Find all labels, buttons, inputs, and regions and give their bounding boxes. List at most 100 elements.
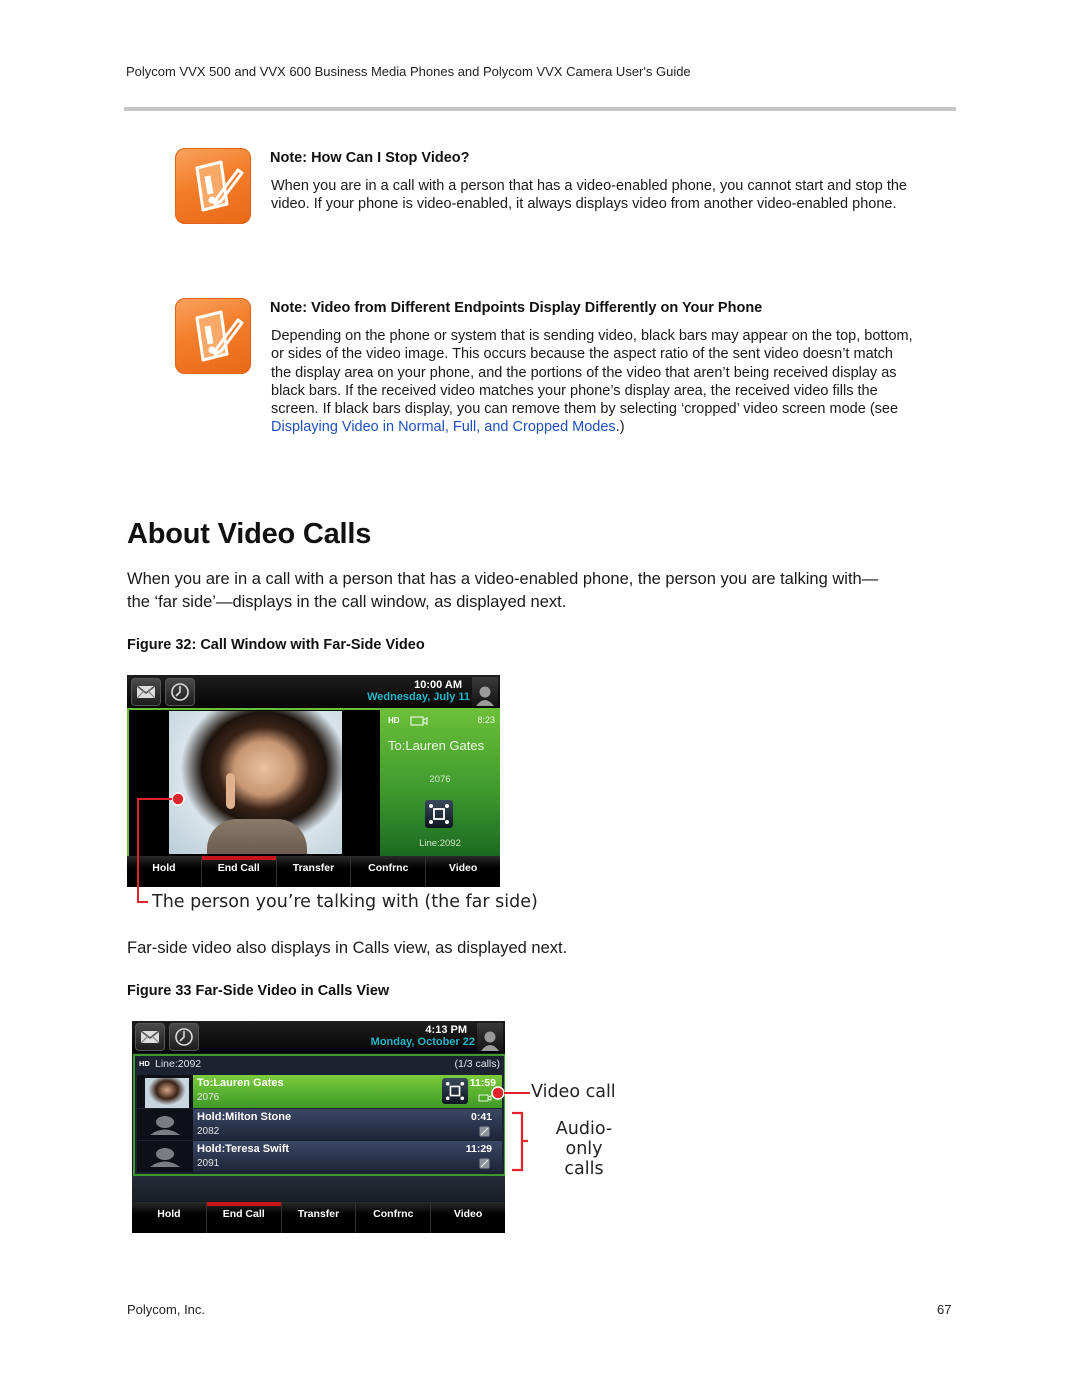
video-softkey[interactable]: Video	[430, 1202, 505, 1233]
note-pencil-exclamation-icon	[175, 148, 251, 224]
video-camera-icon	[410, 716, 428, 726]
conference-softkey[interactable]: Confrnc	[355, 1202, 430, 1233]
figure-33-caption: Figure 33 Far-Side Video in Calls View	[127, 983, 390, 999]
footer-company: Polycom, Inc.	[127, 1302, 206, 1317]
active-call-border	[127, 710, 129, 856]
note-body-line: screen. If black bars display, you can r…	[271, 401, 899, 418]
end-call-softkey[interactable]: End Call	[200, 856, 276, 887]
note-body-line: When you are in a call with a person tha…	[271, 178, 907, 194]
envelope-icon	[140, 1030, 160, 1044]
user-silhouette-icon	[476, 686, 494, 706]
note-body-line: or sides of the video image. This occurs…	[271, 346, 893, 363]
hd-icon: HD	[388, 716, 400, 725]
note-body-line: Displaying Video in Normal, Full, and Cr…	[271, 418, 991, 436]
call-name: To:Lauren Gates	[197, 1077, 284, 1089]
status-date: Wednesday, July 11	[367, 691, 470, 703]
page-number: 67	[937, 1302, 952, 1317]
intro-paragraph: When you are in a call with a person tha…	[127, 568, 957, 614]
note-title: Note: Video from Different Endpoints Dis…	[270, 300, 763, 316]
contact-photo	[137, 1109, 193, 1140]
user-avatar[interactable]	[472, 677, 498, 706]
annotation-line: Audio-only	[555, 1119, 613, 1159]
video-off-icon	[479, 1126, 490, 1137]
envelope-icon	[136, 685, 156, 699]
video-thumbnail	[137, 1075, 193, 1108]
call-row-body: Hold:Milton Stone 2082 0:41	[193, 1109, 502, 1140]
line-label: Line:2092	[155, 1058, 202, 1070]
annotation-callout-lines	[491, 1086, 530, 1172]
calls-list-panel: HD Line:2092 (1/3 calls) To:Lauren Gates…	[133, 1054, 505, 1176]
status-date: Monday, October 22	[370, 1036, 475, 1048]
call-row-video[interactable]: To:Lauren Gates 2076 11:59	[137, 1075, 502, 1108]
end-call-softkey[interactable]: End Call	[205, 1202, 281, 1233]
paragraph-line: the ‘far side’—displays in the call wind…	[127, 593, 567, 611]
video-fullscreen-button[interactable]	[442, 1078, 468, 1104]
note-pencil-exclamation-icon	[175, 298, 251, 374]
messages-button[interactable]	[131, 678, 161, 706]
link-suffix: .)	[615, 419, 625, 436]
video-person-shoulders	[207, 819, 307, 854]
call-duration: 11:29	[465, 1143, 492, 1155]
hold-softkey[interactable]: Hold	[132, 1202, 206, 1233]
cross-reference-link[interactable]: Displaying Video in Normal, Full, and Cr…	[271, 419, 616, 435]
call-number: 2091	[197, 1158, 220, 1169]
conference-softkey[interactable]: Confrnc	[350, 856, 425, 887]
call-info-panel: HD 8:23 To:Lauren Gates 2076 Line:2092	[380, 710, 500, 856]
audio-only-annotation: Audio-only calls	[539, 1119, 629, 1179]
paragraph-line: When you are in a call with a person tha…	[127, 570, 879, 588]
transfer-softkey[interactable]: Transfer	[275, 856, 351, 887]
note-body: When you are in a call with a person tha…	[271, 177, 981, 214]
far-side-annotation: The person you’re talking with (the far …	[152, 892, 538, 912]
video-thumbnail-image	[145, 1078, 189, 1108]
call-row-audio[interactable]: Hold:Teresa Swift 2091 11:29	[137, 1141, 502, 1172]
note-body-line: the display area on your phone, and the …	[271, 364, 897, 381]
note-body: Depending on the phone or system that is…	[271, 327, 991, 437]
video-off-icon	[479, 1158, 490, 1169]
note-body-line: black bars. If the received video matche…	[271, 382, 878, 399]
status-time: 4:13 PM	[425, 1024, 467, 1036]
call-to-name: To:Lauren Gates	[388, 738, 485, 753]
user-silhouette-icon	[150, 1115, 180, 1135]
line-label: Line:2092	[419, 838, 461, 849]
figure-32-caption: Figure 32: Call Window with Far-Side Vid…	[127, 637, 425, 653]
user-avatar[interactable]	[477, 1023, 503, 1051]
note-title: Note: How Can I Stop Video?	[270, 150, 470, 166]
calls-view-screenshot: 4:13 PM Monday, October 22 HD Line:2092 …	[132, 1021, 505, 1233]
recent-calls-button[interactable]	[169, 1023, 199, 1051]
recent-calls-button[interactable]	[165, 678, 195, 706]
video-person-finger	[226, 773, 235, 809]
messages-button[interactable]	[135, 1023, 165, 1051]
note-body-line: video. If your phone is video-enabled, i…	[271, 196, 897, 213]
far-side-video	[169, 711, 342, 854]
call-number: 2076	[197, 1092, 220, 1103]
call-row-body: To:Lauren Gates 2076 11:59	[193, 1075, 502, 1108]
call-name: Hold:Teresa Swift	[197, 1143, 290, 1155]
running-header-title: Polycom VVX 500 and VVX 600 Business Med…	[126, 64, 691, 79]
calls-view-paragraph: Far-side video also displays in Calls vi…	[127, 939, 568, 957]
transfer-softkey[interactable]: Transfer	[280, 1202, 356, 1233]
softkey-bar: Hold End Call Transfer Confrnc Video	[132, 1202, 505, 1233]
status-bar: 10:00 AM Wednesday, July 11	[127, 675, 500, 708]
note-body-line: Depending on the phone or system that is…	[271, 328, 913, 344]
call-duration: 0:41	[470, 1111, 492, 1123]
clock-icon	[175, 1028, 193, 1046]
call-row-audio[interactable]: Hold:Milton Stone 2082 0:41	[137, 1109, 502, 1140]
hd-icon: HD	[139, 1059, 150, 1068]
call-number: 2082	[197, 1126, 220, 1137]
status-time: 10:00 AM	[414, 679, 462, 691]
call-duration: 8:23	[477, 715, 495, 725]
clock-icon	[171, 683, 189, 701]
call-row-body: Hold:Teresa Swift 2091 11:29	[193, 1141, 502, 1172]
empty-list-area	[132, 1176, 505, 1201]
status-bar: 4:13 PM Monday, October 22	[132, 1021, 505, 1053]
video-fullscreen-button[interactable]	[425, 800, 453, 828]
user-silhouette-icon	[150, 1147, 180, 1167]
contact-photo	[137, 1141, 193, 1172]
section-heading: About Video Calls	[127, 518, 372, 550]
call-count: (1/3 calls)	[454, 1058, 500, 1070]
video-softkey[interactable]: Video	[425, 856, 500, 887]
user-silhouette-icon	[481, 1031, 499, 1051]
expand-video-icon	[445, 1081, 465, 1101]
annotation-line: calls	[564, 1159, 604, 1179]
video-call-annotation: Video call	[531, 1082, 616, 1102]
